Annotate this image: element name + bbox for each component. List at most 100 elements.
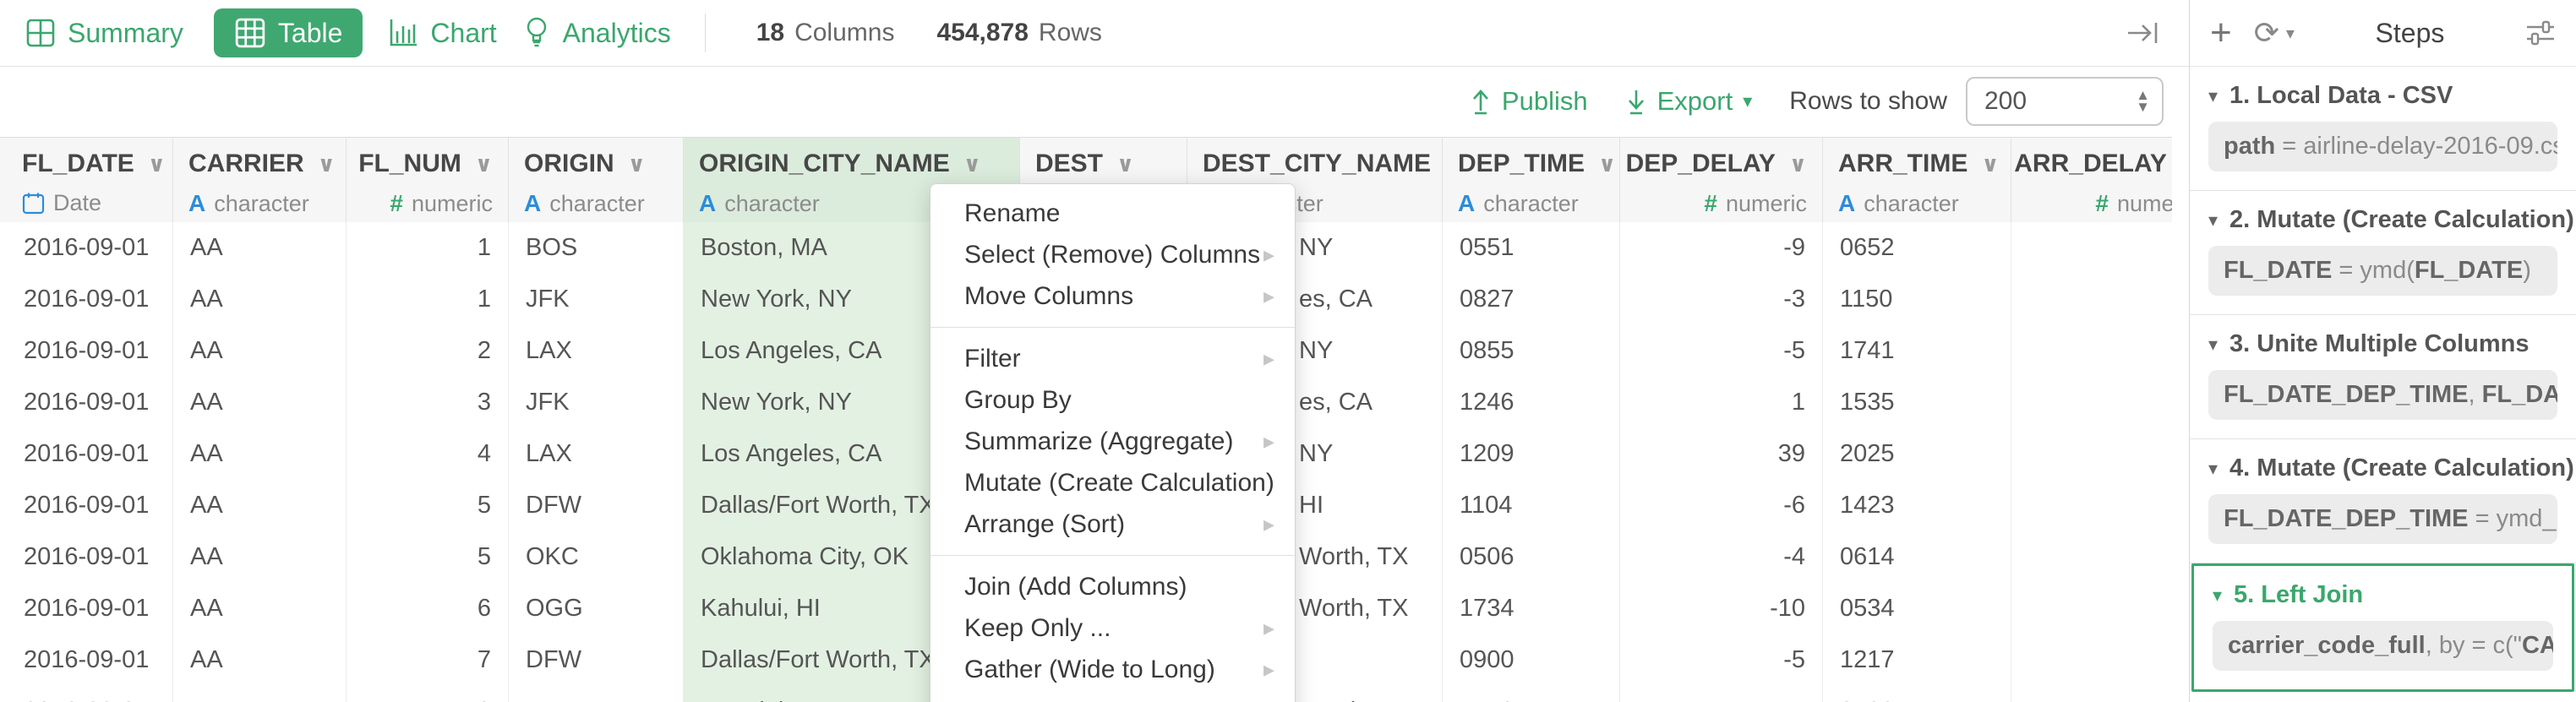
menu-separator [931, 555, 1295, 556]
column-label: DEST [1035, 150, 1103, 178]
cell-fl_date: 2016-09-01 [7, 634, 173, 686]
publish-button[interactable]: Publish [1470, 86, 1588, 117]
step-title-label: 1. Local Data - CSV [2229, 82, 2453, 110]
menu-item-join-add-columns[interactable]: Join (Add Columns) [931, 566, 1295, 607]
step-summary-chip: FL_DATE_DEP_TIME, FL_DATE, D… [2208, 370, 2557, 420]
step-title-label: 4. Mutate (Create Calculation) (1) [2229, 454, 2576, 482]
tab-table-label: Table [278, 18, 343, 49]
chevron-down-icon[interactable]: ∨ [1598, 151, 1616, 177]
step-summary-chip: path = airline-delay-2016-09.csv [2208, 122, 2557, 171]
rows-to-show-select[interactable]: 200 ▲▼ [1966, 77, 2164, 126]
dataset-counts: 18Columns 454,878Rows [756, 19, 1102, 47]
add-step-icon[interactable]: + [2210, 12, 2232, 54]
chevron-down-icon[interactable]: ∨ [628, 151, 646, 177]
menu-item-summarize-aggregate[interactable]: Summarize (Aggregate)▸ [931, 421, 1295, 462]
column-header-arr_time[interactable]: ARR_TIME∨Acharacter [1823, 138, 2011, 222]
chip-text: FL_DATE [2482, 381, 2557, 408]
cell-dep_time: 1209 [1443, 428, 1620, 480]
menu-item-keep-only[interactable]: Keep Only ...▸ [931, 607, 1295, 649]
menu-item-move-columns[interactable]: Move Columns▸ [931, 275, 1295, 317]
step-caret-icon[interactable]: ▾ [2208, 334, 2218, 356]
export-label: Export [1657, 86, 1733, 117]
menu-item-label: Rename [964, 199, 1060, 228]
tab-analytics[interactable]: Analytics [522, 16, 671, 50]
column-label: CARRIER [188, 150, 304, 178]
rows-count: 454,878Rows [936, 19, 1101, 47]
menu-item-mutate-create-calculation[interactable]: Mutate (Create Calculation) [931, 462, 1295, 503]
menu-item-filter[interactable]: Filter▸ [931, 338, 1295, 379]
column-name: ORIGIN∨ [524, 150, 668, 178]
chevron-down-icon[interactable]: ∨ [1116, 151, 1134, 177]
column-header-dep_delay[interactable]: DEP_DELAY ∨ #numeric [1620, 138, 1823, 222]
chevron-down-icon[interactable]: ∨ [963, 151, 981, 177]
column-type: #numeric [1635, 190, 1807, 217]
step-item[interactable]: ▾3. Unite Multiple ColumnsFL_DATE_DEP_TI… [2190, 315, 2576, 439]
cell-arr_delay [2011, 531, 2172, 583]
column-name: ARR_TIME∨ [1838, 150, 1995, 178]
step-title-label: 2. Mutate (Create Calculation) (1) [2229, 206, 2576, 234]
cell-dep_delay: 1 [1620, 377, 1823, 428]
chevron-down-icon[interactable]: ∨ [1981, 151, 1999, 177]
cell-carrier: AA [173, 428, 347, 480]
steps-settings-icon[interactable] [2525, 19, 2556, 47]
column-header-fl_num[interactable]: FL_NUM∨#numeric [347, 138, 509, 222]
chip-text: = ymd_hm( [2469, 505, 2557, 532]
step-item[interactable]: ▾2. Mutate (Create Calculation) (1)FL_DA… [2190, 191, 2576, 315]
menu-item-label: Group By [964, 386, 1072, 415]
cell-origin: OGG [509, 583, 684, 634]
chevron-down-icon[interactable]: ∨ [1789, 151, 1807, 177]
chevron-down-icon[interactable]: ∨ [318, 151, 336, 177]
cell-dep_delay: -6 [1620, 480, 1823, 531]
export-button[interactable]: Export ▾ [1625, 86, 1753, 117]
app-window: Summary Table Chart Analytics [0, 0, 2576, 702]
cell-fl_date: 2016-09-01 [7, 686, 173, 702]
step-summary-chip: FL_DATE_DEP_TIME = ymd_hm(F… [2208, 494, 2557, 544]
chip-text: path [2224, 133, 2275, 160]
rows-to-show-label: Rows to show [1789, 87, 1947, 116]
cell-carrier: AA [173, 480, 347, 531]
tab-summary[interactable]: Summary [25, 18, 183, 49]
tab-table[interactable]: Table [214, 8, 363, 57]
menu-item-rename[interactable]: Rename [931, 193, 1295, 234]
cell-arr_delay [2011, 634, 2172, 686]
column-name: DEST_CITY_NAME∨ [1203, 150, 1427, 178]
menu-item-select-remove-columns[interactable]: Select (Remove) Columns▸ [931, 234, 1295, 275]
chevron-down-icon[interactable]: ∨ [148, 151, 166, 177]
cell-fl_num: 7 [347, 634, 509, 686]
column-name: ARR_DELAY∨ [2027, 150, 2172, 178]
cell-dep_time: 1718 [1443, 686, 1620, 702]
column-header-dep_time[interactable]: DEP_TIME∨Acharacter [1443, 138, 1620, 222]
steps-panel-title: Steps [2295, 18, 2525, 49]
refresh-steps-button[interactable]: ⟳ ▾ [2254, 15, 2295, 51]
step-item[interactable]: ▾ 1. Local Data - CSV path = airline-delay… [2190, 67, 2576, 191]
column-type-label: numeric [2117, 191, 2172, 217]
character-type-icon: A [1458, 190, 1475, 217]
tab-chart[interactable]: Chart [388, 18, 496, 49]
column-label: DEP_DELAY [1626, 150, 1776, 178]
step-caret-icon[interactable]: ▾ [2208, 210, 2218, 231]
chip-text: = airline-delay-2016-09.csv [2275, 133, 2557, 160]
menu-item-label: Summarize (Aggregate) [964, 427, 1233, 456]
column-header-carrier[interactable]: CARRIER∨Acharacter [173, 138, 347, 222]
column-header-origin[interactable]: ORIGIN∨Acharacter [509, 138, 684, 222]
cell-fl_date: 2016-09-01 [7, 377, 173, 428]
chevron-down-icon[interactable]: ∨ [475, 151, 493, 177]
table-toolbar: Publish Export ▾ Rows to show 200 ▲▼ [0, 67, 2189, 136]
step-caret-icon[interactable]: ▾ [2208, 458, 2218, 480]
step-item[interactable]: ▾5. Left Joincarrier_code_full, by = c("… [2191, 563, 2574, 692]
cell-arr_delay [2011, 583, 2172, 634]
collapse-panel-icon[interactable] [2126, 19, 2160, 47]
step-caret-icon[interactable]: ▾ [2208, 85, 2218, 107]
column-label: ARR_DELAY [2014, 150, 2167, 178]
menu-item-gather-wide-to-long[interactable]: Gather (Wide to Long)▸ [931, 649, 1295, 690]
menu-item-arrange-sort[interactable]: Arrange (Sort)▸ [931, 503, 1295, 545]
step-caret-icon[interactable]: ▾ [2213, 585, 2222, 607]
cell-carrier: AA [173, 325, 347, 377]
step-item[interactable]: ▾ 4. Mutate (Create Calculation) (1) FL_DA… [2190, 439, 2576, 563]
column-header-arr_delay[interactable]: ARR_DELAY∨#numeric [2011, 138, 2172, 222]
menu-item-group-by[interactable]: Group By [931, 379, 1295, 421]
lightbulb-icon [522, 16, 551, 50]
column-header-fl_date[interactable]: FL_DATE∨Date [7, 138, 173, 222]
cell-dep_time: 0900 [1443, 634, 1620, 686]
chip-text: carrier_code_full [2228, 632, 2426, 659]
